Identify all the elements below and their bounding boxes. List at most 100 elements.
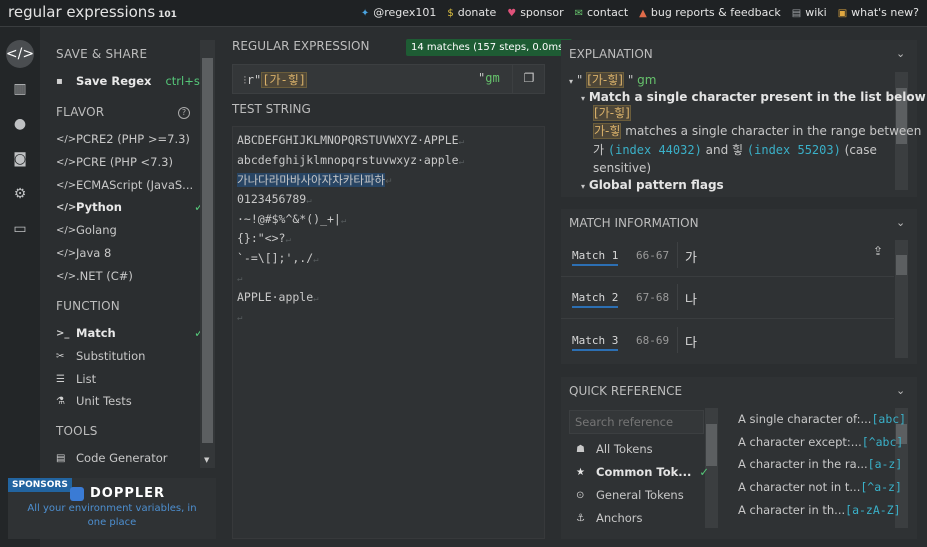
save-icon: ▪: [56, 75, 63, 87]
twitter-icon: ✦: [360, 8, 370, 19]
terminal-icon: >_: [56, 327, 70, 339]
code-icon: </>: [56, 156, 77, 168]
test-line-3: 가나다라마바사아자차카타파하↵: [237, 173, 393, 187]
twitter-link[interactable]: ✦ @regex101: [361, 6, 437, 19]
explanation-regex-line: ▾ " [가-힣] " gm: [569, 72, 657, 88]
category-all-tokens[interactable]: ☗ All Tokens: [576, 442, 653, 456]
list-icon: ☰: [56, 373, 65, 385]
news-icon: ▣: [837, 8, 848, 19]
function-match[interactable]: >_ Match ✓: [56, 323, 204, 343]
flavor-pcre2[interactable]: </> PCRE2 (PHP >=7.3): [56, 129, 204, 149]
scissors-icon: ✂: [56, 350, 65, 362]
category-common-tokens[interactable]: ★ Common Tok... ✓: [576, 465, 709, 479]
explanation-case: sensitive): [593, 161, 652, 175]
sponsor-link[interactable]: ♥ sponsor: [507, 6, 563, 19]
match-info-heading: MATCH INFORMATION: [569, 216, 699, 230]
code-icon: </>: [56, 224, 77, 236]
match-label[interactable]: Match 3: [572, 334, 619, 351]
tools-heading: TOOLS: [56, 424, 98, 438]
collapse-chevron-icon[interactable]: ⌄: [896, 47, 905, 60]
test-string-heading: TEST STRING: [232, 102, 311, 116]
regex-text[interactable]: ⁝r"[가-힣]: [243, 71, 308, 88]
sponsor-name: DOPPLER: [90, 486, 166, 501]
collapse-chevron-icon[interactable]: ⌄: [896, 384, 905, 397]
reference-entry[interactable]: A character not in t... [^a-z]: [738, 480, 902, 494]
star-icon: ★: [576, 466, 585, 478]
match-label[interactable]: Match 1: [572, 249, 619, 266]
wiki-link[interactable]: ▤ wiki: [792, 6, 827, 19]
test-line-2: abcdefghijklmnopqrstuvwxyz·apple↵: [237, 153, 464, 167]
code-icon: </>: [56, 270, 77, 282]
circle-icon: ⊙: [576, 489, 585, 501]
category-general-tokens[interactable]: ⊙ General Tokens: [576, 488, 684, 502]
bug-report-link[interactable]: ▲ bug reports & feedback: [639, 6, 781, 19]
test-line-8: ↵: [237, 274, 243, 284]
tool-code-generator[interactable]: ▤ Code Generator: [56, 448, 204, 468]
reference-entry[interactable]: A character in the ra... [a-z]: [738, 457, 902, 471]
match-label[interactable]: Match 2: [572, 291, 619, 308]
test-line-4: 0123456789↵: [237, 192, 312, 206]
scroll-down-icon[interactable]: ▼: [204, 456, 209, 464]
function-heading: FUNCTION: [56, 299, 120, 313]
help-icon[interactable]: ?: [178, 107, 190, 119]
mail-icon: ✉: [574, 8, 583, 19]
divider: [677, 327, 678, 353]
anchor-icon: ⚓: [576, 512, 585, 524]
category-anchors[interactable]: ⚓ Anchors: [576, 511, 643, 525]
match-highlight: 가나다라마바사아자차카타파하: [237, 173, 386, 187]
quick-reference-heading: QUICK REFERENCE: [569, 384, 683, 398]
flavor-pcre[interactable]: </> PCRE (PHP <7.3): [56, 152, 204, 172]
sponsor-tag: SPONSORS: [8, 478, 72, 492]
function-list[interactable]: ☰ List: [56, 369, 204, 389]
categories-scroll-thumb[interactable]: [706, 424, 717, 466]
flavor-python[interactable]: </> Python ✓: [56, 197, 204, 217]
match-range: 68-69: [636, 334, 670, 347]
match-range: 66-67: [636, 249, 670, 262]
collapse-chevron-icon[interactable]: ⌄: [896, 216, 905, 229]
account-icon[interactable]: ●: [6, 110, 34, 138]
donate-link[interactable]: $ donate: [447, 6, 496, 19]
reference-entry[interactable]: A single character of:... [abc]: [738, 412, 906, 426]
explanation-range: 가-힣 matches a single character in the ra…: [593, 123, 922, 139]
save-share-heading: SAVE & SHARE: [56, 47, 148, 61]
divider: [677, 242, 678, 268]
tokens-icon: ☗: [576, 443, 585, 455]
function-unit-tests[interactable]: ⚗ Unit Tests: [56, 391, 204, 411]
regex-editor-icon[interactable]: </>: [6, 40, 34, 68]
regex-heading: REGULAR EXPRESSION: [232, 39, 370, 53]
reference-search-input[interactable]: [569, 410, 704, 434]
explanation-item-2: ▾ Global pattern flags: [581, 178, 724, 192]
flavor-dotnet[interactable]: </> .NET (C#): [56, 266, 204, 286]
warning-icon: ▲: [639, 8, 647, 19]
regex-flags[interactable]: "gm: [478, 71, 500, 85]
explanation-heading: EXPLANATION: [569, 47, 653, 61]
settings-gear-icon[interactable]: ⚙: [6, 180, 34, 208]
quiz-gamepad-icon[interactable]: ◙: [6, 145, 34, 173]
test-line-1: ABCDEFGHIJKLMNOPQRSTUVWXYZ·APPLE↵: [237, 133, 464, 147]
doppler-logo-icon: [70, 487, 84, 501]
copy-icon: ❐: [523, 71, 535, 85]
flavor-ecmascript[interactable]: </> ECMAScript (JavaS...: [56, 175, 204, 195]
test-line-6: {}:"<>?↵: [237, 231, 291, 245]
whats-new-link[interactable]: ▣ what's new?: [838, 6, 919, 19]
chat-icon[interactable]: ▭: [6, 215, 34, 243]
library-icon[interactable]: ▥: [6, 75, 34, 103]
app-logo[interactable]: regular expressions 101: [8, 3, 177, 21]
save-regex-button[interactable]: ▪ Save Regex ctrl+s: [56, 71, 204, 91]
code-icon: </>: [56, 247, 77, 259]
flavor-java[interactable]: </> Java 8: [56, 243, 204, 263]
match-text: 다: [685, 336, 697, 351]
function-substitution[interactable]: ✂ Substitution: [56, 346, 204, 366]
match-scroll-thumb[interactable]: [896, 255, 907, 275]
copy-regex-button[interactable]: ❐: [512, 64, 545, 94]
sidebar-scroll-thumb[interactable]: [202, 58, 213, 443]
check-icon: ✓: [699, 465, 710, 479]
reference-entry[interactable]: A character except:... [^abc]: [738, 435, 903, 449]
contact-link[interactable]: ✉ contact: [575, 6, 629, 19]
icon-bar: </> ▥ ● ◙ ⚙ ▭: [0, 27, 40, 547]
code-icon: </>: [56, 133, 77, 145]
reference-entry[interactable]: A character in th... [a-zA-Z]: [738, 503, 901, 517]
match-range: 67-68: [636, 291, 670, 304]
flavor-golang[interactable]: </> Golang: [56, 220, 204, 240]
header-links: ✦ @regex101 $ donate ♥ sponsor ✉ contact ▲ bu…: [361, 6, 919, 19]
